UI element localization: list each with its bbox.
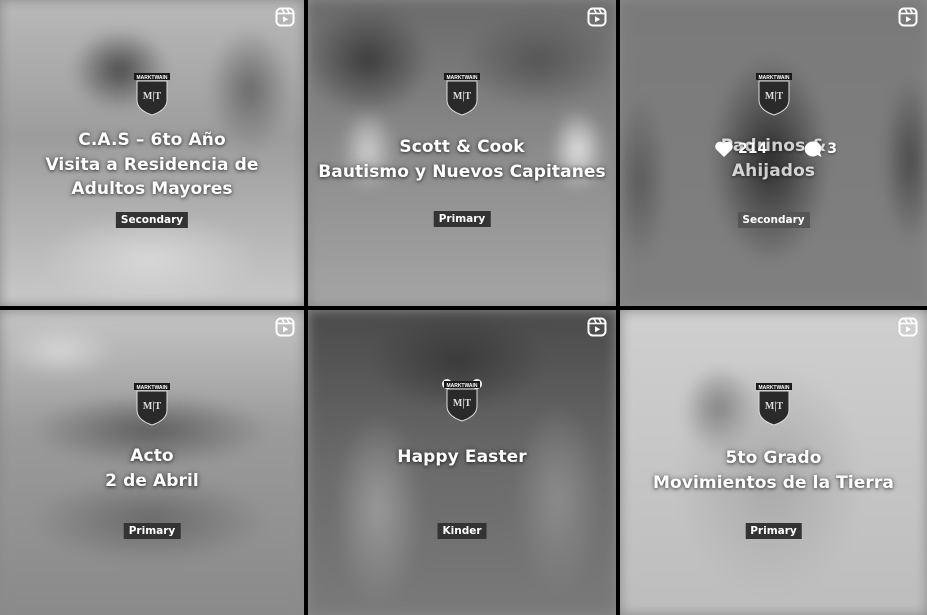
engagement-stats: 214 3 (714, 140, 837, 158)
level-badge: Secondary (737, 212, 810, 228)
school-crest-logo: MARKTWAIN M|T (134, 383, 170, 426)
reel-tile-4[interactable]: MARKTWAIN M|T Acto 2 de Abril Primary (0, 310, 304, 615)
comments-count: 3 (827, 141, 837, 157)
svg-text:M|T: M|T (453, 398, 472, 409)
reel-title: Acto 2 de Abril (105, 446, 199, 491)
reels-icon (275, 317, 295, 337)
svg-text:M|T: M|T (764, 91, 783, 102)
school-crest-logo: MARKTWAIN M|T (755, 383, 792, 426)
reels-grid: MARKTWAIN M|T C.A.S – 6to Año Visita a Re… (0, 0, 927, 615)
reel-title: Happy Easter (397, 447, 527, 467)
reel-tile-1[interactable]: MARKTWAIN M|T C.A.S – 6to Año Visita a Re… (0, 0, 304, 306)
reel-tile-5[interactable]: MARKTWAIN M|T Happy Easter Kinder (308, 310, 616, 615)
svg-text:M|T: M|T (764, 401, 783, 412)
reels-icon (587, 7, 607, 27)
level-badge: Kinder (437, 523, 487, 539)
svg-text:M|T: M|T (453, 91, 472, 102)
school-crest-logo: MARKTWAIN M|T (755, 73, 792, 116)
school-crest-logo: MARKTWAIN M|T (442, 379, 482, 422)
reels-icon (898, 7, 918, 27)
reel-title: C.A.S – 6to Año Visita a Residencia de A… (45, 130, 259, 199)
reel-title: 5to Grado Movimientos de la Tierra (653, 448, 894, 493)
reel-tile-6[interactable]: MARKTWAIN M|T 5to Grado Movimientos de la… (620, 310, 927, 615)
svg-text:M|T: M|T (143, 401, 162, 412)
svg-text:MARKTWAIN: MARKTWAIN (758, 385, 789, 391)
level-badge: Primary (123, 523, 181, 539)
svg-text:M|T: M|T (143, 91, 162, 102)
reels-icon (275, 7, 295, 27)
reels-icon (898, 317, 918, 337)
comment-icon (804, 141, 822, 157)
likes-count: 214 (738, 141, 768, 157)
reel-title: Scott & Cook Bautismo y Nuevos Capitanes (318, 137, 606, 182)
school-crest-logo: MARKTWAIN M|T (134, 73, 170, 116)
svg-text:MARKTWAIN: MARKTWAIN (136, 75, 167, 81)
level-badge: Secondary (115, 212, 189, 228)
reel-tile-2[interactable]: MARKTWAIN M|T Scott & Cook Bautismo y Nue… (308, 0, 616, 306)
level-badge: Primary (745, 523, 802, 539)
svg-text:MARKTWAIN: MARKTWAIN (136, 385, 167, 391)
svg-text:MARKTWAIN: MARKTWAIN (446, 383, 477, 389)
svg-text:MARKTWAIN: MARKTWAIN (758, 75, 789, 81)
reel-tile-3[interactable]: MARKTWAIN M|T Padrinos & Ahijados 214 3 S… (620, 0, 927, 306)
svg-text:MARKTWAIN: MARKTWAIN (446, 75, 477, 81)
heart-icon (715, 141, 733, 157)
reels-icon (587, 317, 607, 337)
school-crest-logo: MARKTWAIN M|T (444, 73, 480, 116)
level-badge: Primary (433, 211, 491, 227)
